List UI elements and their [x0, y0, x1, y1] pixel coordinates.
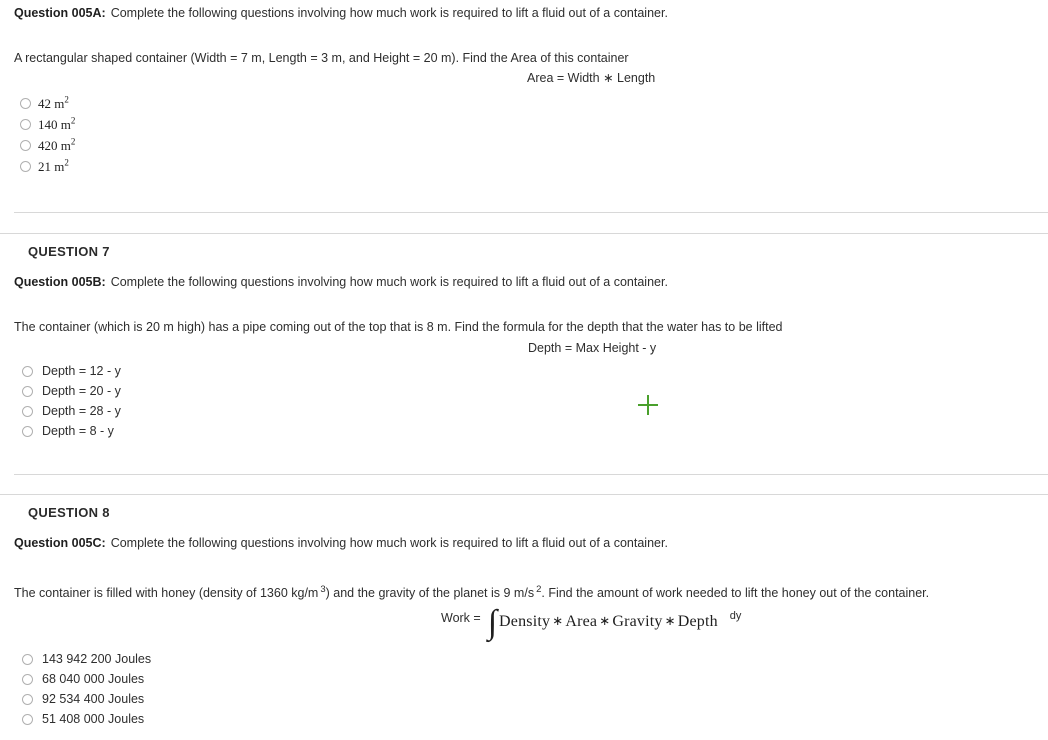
question-1-options[interactable]: 42 m2 140 m2 420 m2 21 m2 — [20, 93, 75, 177]
question-1-prompt-rest: Complete the following questions involvi… — [110, 6, 668, 20]
option-row[interactable]: 92 534 400 Joules — [22, 689, 151, 709]
radio-button-icon[interactable] — [22, 713, 33, 725]
radio-button-icon[interactable] — [22, 693, 33, 705]
option-row[interactable]: Depth = 12 - y — [22, 361, 121, 381]
radio-button-icon[interactable] — [22, 425, 33, 437]
option-label: Depth = 8 - y — [42, 424, 114, 438]
question-2-body: The container (which is 20 m high) has a… — [14, 320, 783, 334]
question-3-body-mid: ) and the gravity of the planet is 9 m/s — [325, 586, 535, 600]
question-3-prompt-lead: Question 005C: — [14, 536, 106, 550]
question-3-prompt-rest: Complete the following questions involvi… — [110, 536, 668, 550]
question-1-formula: Area = Width ∗ Length — [527, 71, 656, 85]
option-row[interactable]: Depth = 8 - y — [22, 421, 121, 441]
work-label: Work = — [441, 611, 481, 625]
section-divider-inner — [14, 474, 1048, 475]
radio-button-icon[interactable] — [22, 385, 33, 397]
radio-button-icon[interactable] — [20, 98, 31, 109]
question-3-body-pre: The container is filled with honey (dens… — [14, 586, 319, 600]
integrand-term: Gravity — [612, 613, 663, 630]
question-1-body: A rectangular shaped container (Width = … — [14, 51, 629, 65]
option-label: 51 408 000 Joules — [42, 712, 145, 726]
integrand-term: Area — [565, 613, 598, 630]
operator-symbol: ∗ — [599, 613, 611, 628]
integrand-term: Density — [499, 613, 551, 630]
radio-button-icon[interactable] — [22, 405, 33, 417]
integrand-term: Depth — [677, 613, 718, 630]
option-row[interactable]: Depth = 20 - y — [22, 381, 121, 401]
question-2-prompt-rest: Complete the following questions involvi… — [110, 275, 668, 289]
option-row[interactable]: 140 m2 — [20, 114, 75, 135]
question-1-prompt: Question 005A: Complete the following que… — [14, 5, 668, 21]
option-label: 68 040 000 Joules — [42, 672, 145, 686]
quiz-page: Question 005A: Complete the following que… — [0, 0, 1048, 740]
option-row[interactable]: 51 408 000 Joules — [22, 709, 151, 729]
crosshair-horizontal-bar — [638, 404, 658, 406]
question-1-prompt-lead: Question 005A: — [14, 6, 106, 20]
option-row[interactable]: 21 m2 — [20, 156, 75, 177]
option-label: 21 m2 — [38, 157, 69, 174]
option-label: 420 m2 — [38, 136, 76, 153]
option-row[interactable]: 42 m2 — [20, 93, 75, 114]
section-divider-outer — [0, 494, 1048, 495]
option-row[interactable]: Depth = 28 - y — [22, 401, 121, 421]
radio-button-icon[interactable] — [22, 365, 33, 377]
option-label: 140 m2 — [38, 115, 76, 132]
operator-symbol: ∗ — [664, 613, 676, 628]
option-row[interactable]: 143 942 200 Joules — [22, 649, 151, 669]
integrand-expression: Density ∗ Area ∗ Gravity ∗ Depth — [499, 613, 718, 631]
radio-button-icon[interactable] — [20, 140, 31, 151]
differential-variable: dy — [729, 610, 742, 622]
section-divider-inner — [14, 212, 1048, 213]
question-3-body-post: . Find the amount of work needed to lift… — [541, 586, 930, 600]
operator-symbol: ∗ — [552, 613, 564, 628]
option-label: Depth = 28 - y — [42, 404, 121, 418]
question-2-prompt: Question 005B: Complete the following que… — [14, 274, 668, 290]
question-3-body: The container is filled with honey (dens… — [14, 585, 929, 601]
section-divider-outer — [0, 233, 1048, 234]
question-3-integral-formula: Work = ∫ Density ∗ Area ∗ Gravity ∗ Depth dy — [441, 604, 742, 641]
option-label: 143 942 200 Joules — [42, 652, 152, 666]
option-label: 92 534 400 Joules — [42, 692, 145, 706]
question-2-options[interactable]: Depth = 12 - y Depth = 20 - y Depth = 28… — [22, 361, 121, 441]
option-label: Depth = 12 - y — [42, 364, 121, 378]
radio-button-icon[interactable] — [20, 161, 31, 172]
radio-button-icon[interactable] — [20, 119, 31, 130]
question-3-options[interactable]: 143 942 200 Joules 68 040 000 Joules 92 … — [22, 649, 151, 729]
option-row[interactable]: 68 040 000 Joules — [22, 669, 151, 689]
radio-button-icon[interactable] — [22, 653, 33, 665]
question-2-prompt-lead: Question 005B: — [14, 275, 106, 289]
crosshair-vertical-bar — [647, 395, 649, 415]
question-2-formula: Depth = Max Height - y — [528, 341, 657, 355]
radio-button-icon[interactable] — [22, 673, 33, 685]
crosshair-cursor — [638, 395, 658, 415]
option-label: Depth = 20 - y — [42, 384, 121, 398]
integral-sign-icon: ∫ — [487, 604, 498, 641]
section-title-question-8: QUESTION 8 — [28, 505, 110, 520]
question-3-prompt: Question 005C: Complete the following que… — [14, 535, 668, 551]
option-label: 42 m2 — [38, 94, 69, 111]
option-row[interactable]: 420 m2 — [20, 135, 75, 156]
section-title-question-7: QUESTION 7 — [28, 244, 110, 259]
